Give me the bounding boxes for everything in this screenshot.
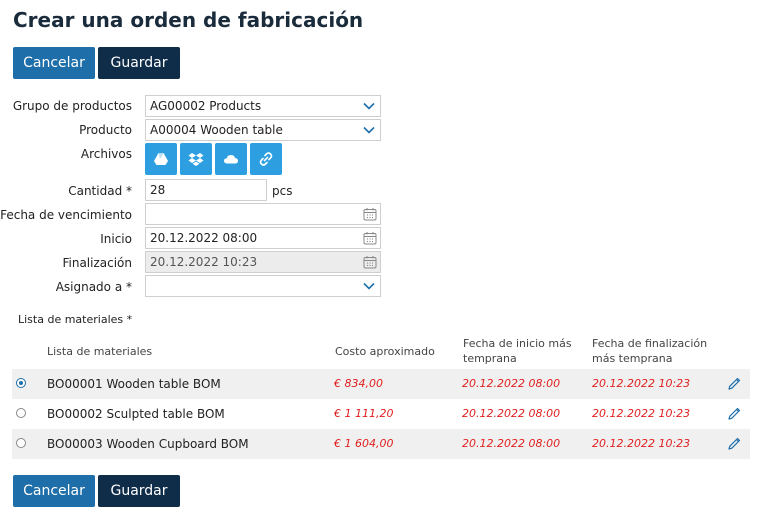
bom-section-label: Lista de materiales * — [18, 313, 133, 326]
google-drive-icon — [154, 153, 168, 165]
quantity-label: Cantidad * — [68, 184, 132, 198]
row-radio[interactable] — [16, 408, 26, 418]
bom-name: BO00001 Wooden table BOM — [47, 377, 221, 391]
cloud-icon — [224, 155, 238, 164]
end-label: Finalización — [62, 256, 132, 270]
header-earliest-start-line1: Fecha de inicio más — [463, 337, 572, 350]
cancel-button-bottom[interactable]: Cancelar — [13, 475, 95, 507]
header-earliest-end: Fecha de finalización más temprana — [592, 336, 707, 366]
save-button-bottom[interactable]: Guardar — [98, 475, 180, 507]
bom-start: 20.12.2022 08:00 — [462, 437, 561, 450]
header-earliest-end-line2: más temprana — [592, 352, 673, 365]
product-group-value: AG00002 Products — [150, 99, 262, 113]
bom-name: BO00002 Sculpted table BOM — [47, 407, 225, 421]
assigned-label: Asignado a * — [55, 280, 132, 294]
product-label: Producto — [79, 123, 132, 137]
table-row[interactable]: BO00003 Wooden Cupboard BOM € 1 604,00 2… — [12, 429, 750, 459]
save-button-top[interactable]: Guardar — [98, 47, 180, 79]
row-radio[interactable] — [16, 378, 26, 388]
bom-end: 20.12.2022 10:23 — [592, 437, 691, 450]
header-earliest-start-line2: temprana — [463, 352, 517, 365]
pencil-icon[interactable] — [726, 406, 742, 422]
quantity-unit: pcs — [272, 184, 293, 198]
start-value: 20.12.2022 08:00 — [150, 231, 258, 245]
header-bom-name: Lista de materiales — [47, 345, 153, 358]
calendar-icon — [363, 256, 377, 269]
header-cost: Costo aproximado — [335, 345, 435, 358]
header-earliest-end-line1: Fecha de finalización — [592, 337, 708, 350]
dropbox-icon — [188, 153, 204, 166]
row-radio[interactable] — [16, 438, 26, 448]
page-title: Crear una orden de fabricación — [13, 8, 364, 32]
link-icon — [259, 152, 273, 166]
start-label: Inicio — [100, 232, 132, 246]
bom-cost: € 1 604,00 — [334, 437, 394, 450]
product-group-label: Grupo de productos — [12, 99, 132, 113]
start-input[interactable]: 20.12.2022 08:00 — [145, 227, 381, 249]
calendar-icon[interactable] — [363, 207, 377, 221]
chevron-down-icon — [363, 102, 375, 110]
bom-cost: € 1 111,20 — [334, 407, 394, 420]
bom-end: 20.12.2022 10:23 — [592, 377, 691, 390]
bom-name: BO00003 Wooden Cupboard BOM — [47, 437, 249, 451]
cloud-button[interactable] — [215, 143, 247, 175]
due-date-input[interactable] — [145, 203, 381, 225]
google-drive-button[interactable] — [145, 143, 177, 175]
pencil-icon[interactable] — [726, 436, 742, 452]
table-row[interactable]: BO00002 Sculpted table BOM € 1 111,20 20… — [12, 399, 750, 429]
pencil-icon[interactable] — [726, 376, 742, 392]
product-group-select[interactable]: AG00002 Products — [145, 95, 381, 117]
dropbox-button[interactable] — [180, 143, 212, 175]
product-value: A00004 Wooden table — [150, 123, 283, 137]
table-row[interactable]: BO00001 Wooden table BOM € 834,00 20.12.… — [12, 369, 750, 399]
chevron-down-icon — [363, 126, 375, 134]
chevron-down-icon — [363, 282, 375, 290]
quantity-input[interactable]: 28 — [145, 179, 267, 201]
header-earliest-start: Fecha de inicio más temprana — [463, 336, 572, 366]
due-date-label: Fecha de vencimiento — [0, 208, 132, 222]
cancel-button-top[interactable]: Cancelar — [13, 47, 95, 79]
bom-start: 20.12.2022 08:00 — [462, 407, 561, 420]
files-label: Archivos — [80, 147, 132, 161]
product-select[interactable]: A00004 Wooden table — [145, 119, 381, 141]
bom-start: 20.12.2022 08:00 — [462, 377, 561, 390]
end-input: 20.12.2022 10:23 — [145, 251, 381, 273]
link-button[interactable] — [250, 143, 282, 175]
calendar-icon[interactable] — [363, 231, 377, 245]
end-value: 20.12.2022 10:23 — [150, 255, 258, 269]
bom-end: 20.12.2022 10:23 — [592, 407, 691, 420]
bom-cost: € 834,00 — [334, 377, 383, 390]
assigned-select[interactable] — [145, 275, 381, 297]
